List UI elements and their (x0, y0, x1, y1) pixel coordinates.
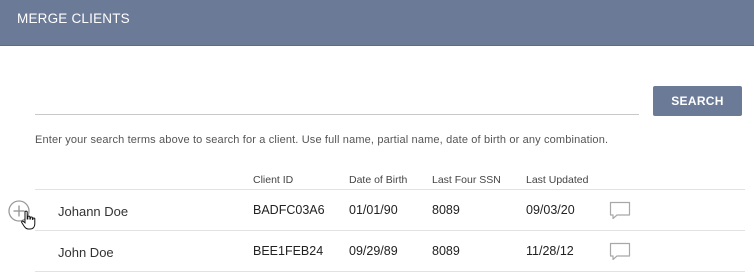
client-id: BADFC03A6 (253, 203, 325, 217)
client-dob: 01/01/90 (349, 203, 398, 217)
search-hint: Enter your search terms above to search … (35, 134, 609, 146)
column-header-date-of-birth: Date of Birth (349, 174, 408, 186)
page-header: MERGE CLIENTS (0, 0, 754, 46)
client-name: John Doe (58, 245, 114, 260)
comment-icon[interactable] (609, 242, 631, 262)
column-header-last-four-ssn: Last Four SSN (432, 174, 501, 186)
column-header-last-updated: Last Updated (526, 174, 589, 186)
page-title: MERGE CLIENTS (17, 11, 130, 26)
client-ssn: 8089 (432, 203, 460, 217)
client-last-updated: 11/28/12 (526, 244, 574, 258)
comment-icon[interactable] (609, 201, 631, 221)
search-button[interactable]: SEARCH (653, 86, 742, 116)
client-dob: 09/29/89 (349, 244, 398, 258)
table-row[interactable]: Johann Doe BADFC03A6 01/01/90 8089 09/03… (0, 190, 754, 230)
search-input[interactable] (35, 86, 639, 115)
client-ssn: 8089 (432, 244, 460, 258)
client-id: BEE1FEB24 (253, 244, 324, 258)
client-name: Johann Doe (58, 204, 129, 219)
column-header-client-id: Client ID (253, 174, 294, 186)
client-last-updated: 09/03/20 (526, 203, 575, 217)
table-divider (35, 271, 745, 272)
table-row[interactable]: John Doe BEE1FEB24 09/29/89 8089 11/28/1… (0, 231, 754, 271)
